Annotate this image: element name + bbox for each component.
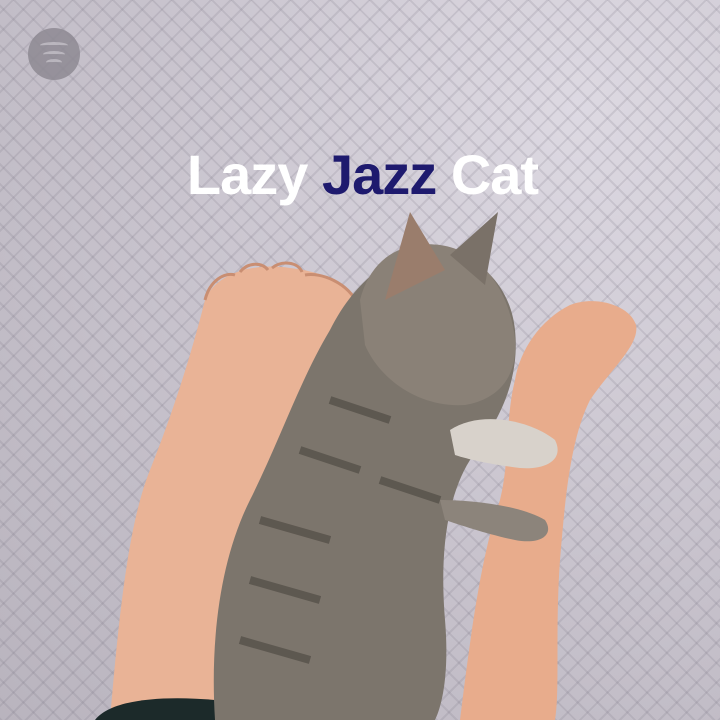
title-word-jazz: Jazz — [321, 143, 437, 206]
spotify-logo-icon — [28, 28, 80, 80]
title-word-cat: Cat — [436, 143, 539, 206]
photo-cat-and-feet — [95, 212, 637, 720]
playlist-title: Lazy Jazz Cat — [0, 142, 720, 207]
title-word-lazy: Lazy — [186, 143, 322, 206]
